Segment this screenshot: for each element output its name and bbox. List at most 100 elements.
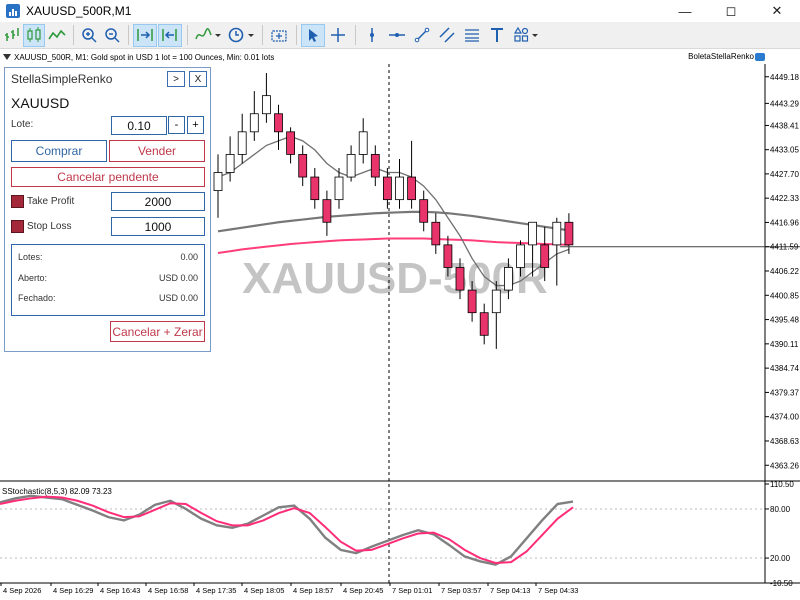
ea-name: BoletaStellaRenko [688,52,754,61]
candle-body [382,176,392,201]
candle-body [419,199,429,223]
time-tick-label: 7 Sep 01:01 [392,586,432,595]
price-tick-label: 4390.11 [770,340,799,349]
summary-label: Lotes: [18,252,43,262]
candle-body [322,199,332,223]
time-tick-label: 4 Sep 16:29 [53,586,93,595]
price-tick-label: 4422.33 [770,194,799,203]
stochastic-level-label: 20.00 [770,554,791,563]
price-tick-label: 4411.59 [770,243,799,252]
candle-body [286,131,296,155]
price-tick-label: 4443.29 [770,99,799,108]
candle-body [237,131,247,155]
candle-body [213,172,223,192]
stochastic-main-line [0,494,574,566]
trade-panel: StellaSimpleRenko > X XAUUSD Lote: 0.10 … [4,67,211,352]
candle-body [479,312,489,336]
slow-moving-average [217,210,570,233]
lot-label: Lote: [11,119,34,130]
terminal-window: XAUUSD_500R,M1 — ◻ ✕ XAUUSD-500R 4449.18 4… [0,0,800,600]
candle-body [249,113,259,133]
price-tick-label: 4433.05 [770,146,799,155]
price-tick-label: 4368.63 [770,437,799,446]
candle-body [540,244,550,268]
time-tick-label: 4 Sep 18:05 [244,586,284,595]
lot-decrease-button[interactable]: - [168,116,185,134]
lot-input[interactable]: 0.10 [111,116,167,135]
panel-close-button[interactable]: X [189,71,207,87]
expert-advisor-icon[interactable] [755,53,765,61]
time-tick-label: 4 Sep 17:35 [196,586,236,595]
candle-body [516,244,525,268]
cancel-pending-button[interactable]: Cancelar pendente [11,167,205,187]
stop-loss-checkbox[interactable] [11,220,24,233]
candle-body [310,176,320,201]
candle-body [225,154,235,173]
summary-label: Aberto: [18,273,48,283]
time-tick-label: 4 Sep 18:57 [293,586,333,595]
candle-body [552,221,562,246]
price-tick-label: 4379.37 [770,388,799,397]
take-profit-checkbox[interactable] [11,195,24,208]
price-tick-label: 4406.22 [770,267,799,276]
watermark-text: XAUUSD-500R [242,254,548,303]
stochastic-level-label: 80.00 [770,505,791,514]
summary-row: Lotes: 0.00 [18,252,198,262]
candle-body [395,176,404,201]
lot-increase-button[interactable]: + [187,116,204,134]
indicator-label: SStochastic(8,5,3) 82.09 73.23 [2,487,112,496]
time-tick-label: 4 Sep 2026 [3,586,41,595]
panel-expand-button[interactable]: > [167,71,185,87]
time-tick-label: 4 Sep 16:58 [148,586,188,595]
candle-body [370,154,380,178]
price-tick-label: 4427.70 [770,170,799,179]
stop-loss-label: Stop Loss [27,221,72,232]
stochastic-level-label: 110.50 [770,480,794,489]
candle-body [261,95,271,115]
candle-body [455,267,465,291]
candle-body [334,176,344,201]
price-tick-label: 4384.74 [770,364,799,373]
stop-loss-input[interactable]: 1000 [111,217,205,236]
price-tick-label: 4363.26 [770,461,799,470]
time-tick-label: 4 Sep 20:45 [343,586,383,595]
take-profit-label: Take Profit [27,196,75,207]
summary-row: Fechado: USD 0.00 [18,293,198,303]
time-tick-label: 7 Sep 03:57 [441,586,481,595]
candle-body [443,244,453,268]
price-tick-label: 4400.85 [770,291,799,300]
dropdown-triangle-icon[interactable] [3,54,11,60]
stochastic-level-label: -10.50 [770,579,793,588]
panel-title: StellaSimpleRenko [11,72,113,86]
summary-value: USD 0.00 [158,273,198,283]
candle-body [467,289,477,314]
candle-body [528,221,537,246]
summary-row: Aberto: USD 0.00 [18,273,198,283]
candle-body [407,176,417,201]
panel-symbol: XAUUSD [11,95,70,111]
candle-body [503,267,513,291]
chart-info: XAUUSD_500R, M1: Gold spot in USD 1 lot … [1,50,274,64]
price-tick-label: 4438.41 [770,121,799,130]
price-tick-label: 4374.00 [770,413,799,422]
summary-value: 0.00 [180,252,198,262]
buy-button[interactable]: Comprar [11,140,107,162]
candle-body [346,154,356,178]
cancel-and-close-button[interactable]: Cancelar + Zerar [110,321,205,342]
candle-body [564,221,574,246]
take-profit-input[interactable]: 2000 [111,192,205,211]
summary-value: USD 0.00 [158,293,198,303]
price-tick-label: 4416.96 [770,218,799,227]
candle-body [431,221,441,246]
price-tick-label: 4395.48 [770,316,799,325]
time-tick-label: 4 Sep 16:43 [100,586,140,595]
candle-body [274,113,283,133]
sell-button[interactable]: Vender [109,140,205,162]
price-tick-label: 4449.18 [770,73,799,82]
candle-body [491,289,501,314]
time-tick-label: 7 Sep 04:13 [490,586,530,595]
time-tick-label: 7 Sep 04:33 [538,586,578,595]
position-summary: Lotes: 0.00 Aberto: USD 0.00 Fechado: USD 0… [11,244,205,316]
summary-label: Fechado: [18,293,56,303]
chart-info-text: XAUUSD_500R, M1: Gold spot in USD 1 lot … [14,52,275,62]
